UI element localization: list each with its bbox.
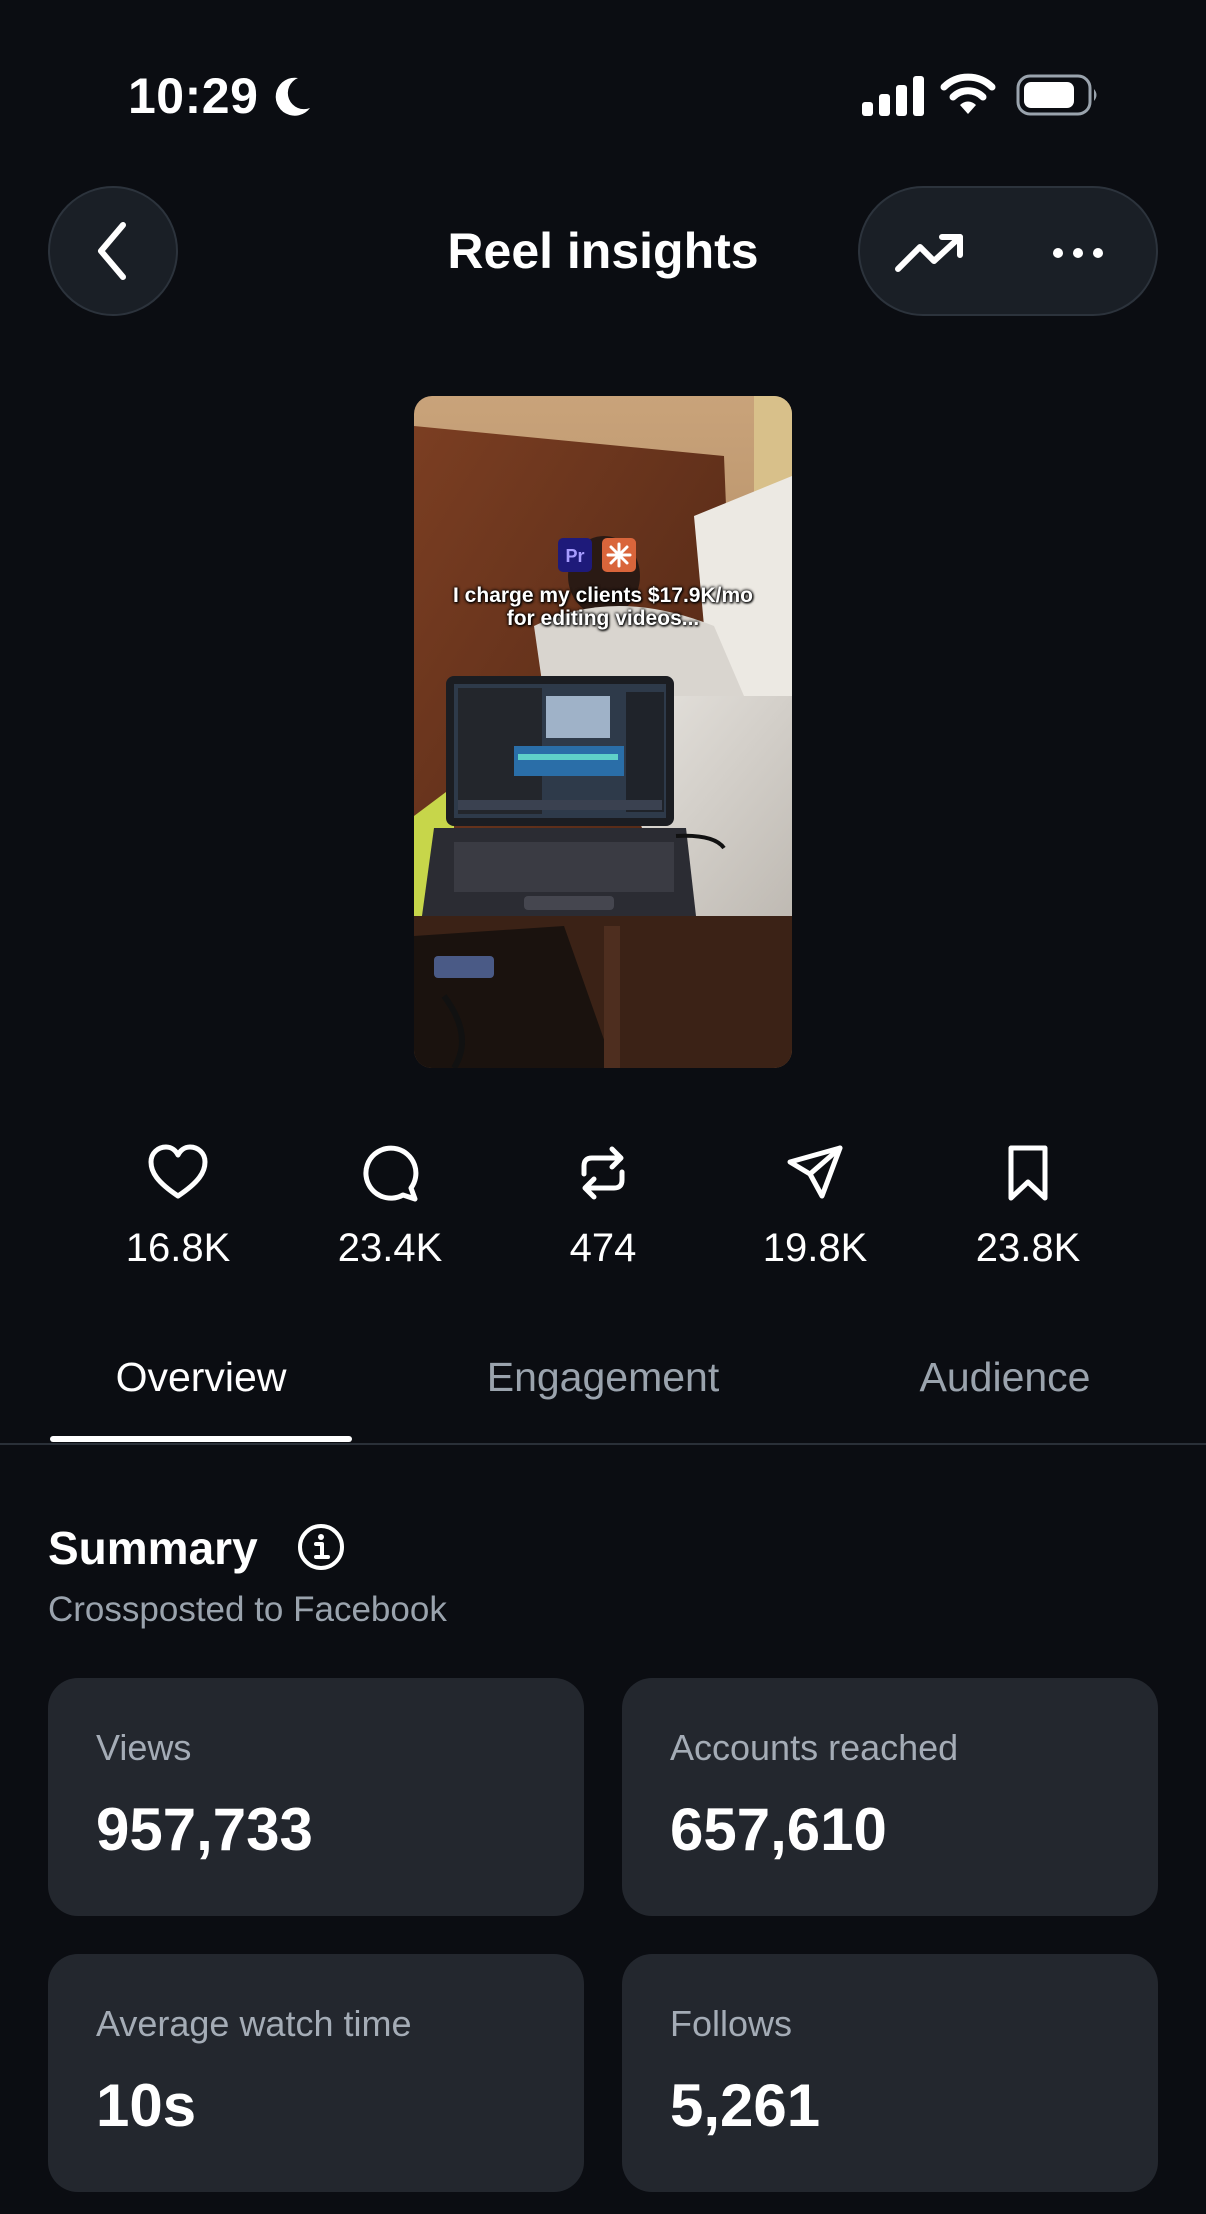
wifi-icon [940,73,996,114]
stat-likes: 16.8K [93,1142,263,1272]
accounts-reached-value: 657,610 [670,1796,887,1863]
trend-button[interactable] [890,213,970,293]
views-card[interactable]: Views 957,733 [48,1678,584,1916]
reel-preview-image: Pr [414,396,792,1068]
shares-count: 19.8K [762,1226,868,1270]
heart-icon [148,1144,208,1199]
info-icon[interactable] [296,1522,346,1572]
stat-shares: 19.8K [730,1142,900,1272]
reel-caption-line-2: for editing videos... [506,607,700,630]
views-value: 957,733 [96,1796,313,1863]
follows-value: 5,261 [670,2072,821,2139]
tab-audience[interactable]: Audience [880,1352,1130,1402]
stat-reposts: 474 [518,1142,688,1272]
follows-card[interactable]: Follows 5,261 [622,1954,1158,2192]
average-watch-time-card[interactable]: Average watch time 10s [48,1954,584,2192]
battery-icon [1016,74,1097,116]
accounts-reached-card[interactable]: Accounts reached 657,610 [622,1678,1158,1916]
views-label: Views [96,1727,192,1768]
summary-title: Summary [48,1522,258,1574]
saves-count: 23.8K [975,1226,1081,1270]
status-time: 10:29 [128,68,259,124]
accounts-reached-label: Accounts reached [670,1727,959,1768]
tab-overview[interactable]: Overview [50,1352,352,1402]
more-dots-icon [1053,248,1103,258]
signal-icon [862,76,924,116]
follows-label: Follows [670,2003,793,2044]
active-tab-indicator [50,1436,352,1442]
reposts-count: 474 [569,1226,637,1270]
moon-icon [275,77,310,116]
share-icon [787,1145,843,1199]
header-actions [858,186,1158,316]
average-watch-time-value: 10s [96,2072,197,2139]
reel-caption: I charge my clients $17.9K/mo for editin… [414,584,792,630]
reel-thumbnail[interactable]: Pr I charge my clients $17.9K/mo for edi… [414,396,792,1068]
comment-icon [363,1145,419,1202]
reel-caption-line-1: I charge my clients $17.9K/mo [453,584,753,607]
tab-divider [0,1443,1206,1445]
more-button[interactable] [1038,213,1118,293]
summary-subtitle: Crossposted to Facebook [48,1590,447,1629]
trend-up-icon [895,234,963,272]
tab-engagement[interactable]: Engagement [440,1352,766,1402]
stat-saves: 23.8K [943,1142,1113,1272]
bookmark-icon [1008,1145,1048,1201]
svg-text:Pr: Pr [565,546,584,566]
likes-count: 16.8K [125,1226,231,1270]
stat-comments: 23.4K [305,1142,475,1272]
repost-icon [581,1146,625,1200]
reel-insights-screen: 10:29 Reel insights Pr I charge my clien… [0,0,1206,2214]
comments-count: 23.4K [337,1226,443,1270]
average-watch-time-label: Average watch time [96,2003,412,2044]
